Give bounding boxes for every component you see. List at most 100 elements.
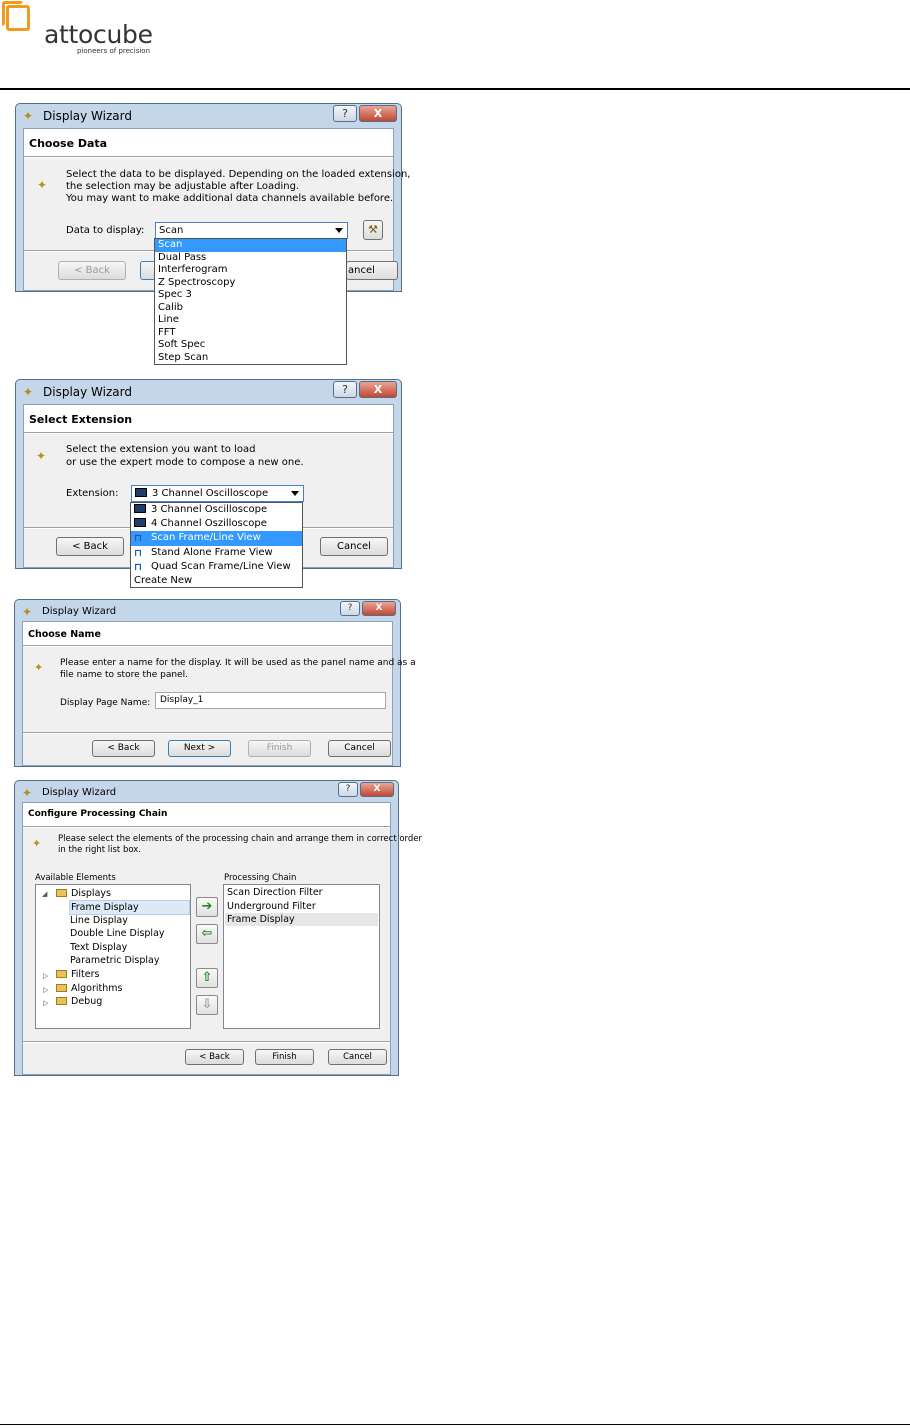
tree-node-displays[interactable]: Displays — [56, 887, 111, 900]
finish-button[interactable]: Finish — [248, 740, 311, 757]
extension-label: Extension: — [66, 488, 119, 499]
brand-tagline: pioneers of precision — [77, 47, 151, 55]
tree-node-algorithms[interactable]: Algorithms — [56, 982, 122, 995]
collapsed-icon[interactable]: ▷ — [43, 999, 48, 1007]
data-option[interactable]: FFT — [155, 327, 346, 340]
step-heading: Configure Processing Chain — [28, 809, 168, 819]
collapsed-icon[interactable]: ▷ — [43, 986, 48, 994]
wand-icon: ✦ — [37, 178, 48, 192]
description-line: You may want to make additional data cha… — [66, 193, 394, 204]
chain-item[interactable]: Underground Filter — [227, 900, 316, 913]
extension-option[interactable]: ⊓ Quad Scan Frame/Line View — [131, 560, 302, 574]
chain-item-selected[interactable]: Frame Display — [225, 913, 378, 926]
tree-item-double-line-display[interactable]: Double Line Display — [70, 927, 165, 940]
cancel-button[interactable]: Cancel — [328, 740, 391, 757]
description-line: file name to store the panel. — [60, 670, 188, 680]
cancel-button[interactable]: Cancel — [320, 537, 388, 556]
chevron-down-icon[interactable] — [335, 228, 343, 233]
expert-mode-button[interactable]: ⚒ — [363, 220, 383, 240]
description-line: Select the extension you want to load — [66, 444, 256, 455]
data-option[interactable]: Interferogram — [155, 264, 346, 277]
extension-option[interactable]: 4 Channel Oszilloscope — [131, 517, 302, 531]
data-option[interactable]: Scan — [155, 239, 346, 252]
scan-view-icon: ⊓ — [134, 533, 142, 545]
extension-option[interactable]: 3 Channel Oscilloscope — [131, 503, 302, 517]
close-button[interactable]: X — [360, 782, 394, 797]
arrow-right-icon: ➔ — [201, 899, 213, 914]
folder-open-icon — [56, 997, 67, 1005]
cancel-button[interactable]: ancel — [346, 261, 398, 280]
wand-icon: ✦ — [36, 449, 47, 463]
back-button[interactable]: < Back — [56, 537, 124, 556]
tree-node-filters[interactable]: Filters — [56, 968, 99, 981]
data-to-display-label: Data to display: — [66, 225, 145, 236]
combo-value: Scan — [159, 225, 184, 236]
expanded-icon[interactable]: ◢ — [42, 890, 47, 898]
footer-rule — [0, 1424, 910, 1425]
arrow-left-icon: ⇦ — [201, 926, 213, 941]
step-heading: Select Extension — [29, 413, 133, 426]
tree-item-text-display[interactable]: Text Display — [70, 941, 127, 954]
data-option[interactable]: Dual Pass — [155, 252, 346, 265]
close-button[interactable]: X — [359, 381, 397, 398]
arrow-up-icon: ⇧ — [201, 970, 213, 985]
data-option[interactable]: Spec 3 — [155, 289, 346, 302]
data-option[interactable]: Line — [155, 314, 346, 327]
close-button[interactable]: X — [359, 105, 397, 122]
close-button[interactable]: X — [362, 601, 396, 616]
data-dropdown-list: Scan Dual Pass Interferogram Z Spectroscopy… — [154, 238, 347, 365]
arrow-down-icon: ⇩ — [201, 997, 213, 1012]
display-page-name-input[interactable]: Display_1 — [155, 692, 386, 709]
description-line: or use the expert mode to compose a new … — [66, 457, 304, 468]
help-button[interactable]: ? — [338, 782, 358, 797]
collapsed-icon[interactable]: ▷ — [43, 972, 48, 980]
chevron-down-icon[interactable] — [291, 491, 299, 496]
data-option[interactable]: Calib — [155, 302, 346, 315]
scan-view-icon: ⊓ — [134, 561, 142, 573]
extension-option[interactable]: Create New — [131, 574, 302, 588]
move-down-button[interactable]: ⇩ — [196, 995, 218, 1015]
display-page-name-label: Display Page Name: — [60, 698, 151, 708]
available-elements-label: Available Elements — [35, 873, 116, 883]
extension-combo[interactable]: 3 Channel Oscilloscope — [131, 485, 304, 502]
wizard-window-choose-name: ✦ Display Wizard ? X Choose Name ✦ Pleas… — [14, 599, 416, 767]
add-element-button[interactable]: ➔ — [196, 897, 218, 917]
back-button[interactable]: < Back — [92, 740, 155, 757]
data-to-display-combo[interactable]: Scan — [155, 222, 348, 239]
description-line: the selection may be adjustable after Lo… — [66, 181, 300, 192]
scan-view-icon: ⊓ — [134, 547, 142, 559]
chain-item[interactable]: Scan Direction Filter — [227, 886, 323, 899]
separator — [23, 826, 390, 828]
tree-node-debug[interactable]: Debug — [56, 995, 102, 1008]
description-line: in the right list box. — [58, 845, 142, 855]
processing-chain-list[interactable]: Scan Direction Filter Underground Filter… — [223, 884, 380, 1029]
wand-icon: ✦ — [32, 837, 42, 850]
extension-option-label: 4 Channel Oszilloscope — [151, 518, 267, 530]
remove-element-button[interactable]: ⇦ — [196, 924, 218, 944]
back-button[interactable]: < Back — [185, 1049, 244, 1065]
help-button[interactable]: ? — [333, 381, 357, 398]
data-option[interactable]: Soft Spec — [155, 339, 346, 352]
extension-option[interactable]: ⊓ Scan Frame/Line View — [131, 531, 302, 546]
help-button[interactable]: ? — [333, 105, 357, 122]
wizard-window-processing-chain: ✦ Display Wizard ? X Configure Processin… — [14, 780, 422, 1076]
tree-item-parametric-display[interactable]: Parametric Display — [70, 954, 159, 967]
title-bar[interactable]: ✦ Display Wizard ? X — [16, 104, 401, 128]
extension-option[interactable]: ⊓ Stand Alone Frame View — [131, 546, 302, 560]
oscilloscope-icon — [134, 504, 146, 513]
header-rule — [0, 88, 910, 90]
cancel-button[interactable]: Cancel — [328, 1049, 387, 1065]
description-line: Please enter a name for the display. It … — [60, 658, 416, 668]
help-button[interactable]: ? — [340, 601, 360, 616]
finish-button[interactable]: Finish — [255, 1049, 314, 1065]
folder-open-icon — [56, 889, 67, 897]
available-elements-tree[interactable]: ◢ Displays Frame Display Line Display Do… — [35, 884, 191, 1029]
tree-item-frame-display[interactable]: Frame Display — [69, 900, 190, 915]
next-button[interactable]: Next > — [168, 740, 231, 757]
data-option[interactable]: Step Scan — [155, 352, 346, 365]
title-bar[interactable]: ✦ Display Wizard ? X — [16, 380, 401, 404]
back-button[interactable]: < Back — [58, 261, 126, 280]
data-option[interactable]: Z Spectroscopy — [155, 277, 346, 290]
tree-item-line-display[interactable]: Line Display — [70, 914, 128, 927]
move-up-button[interactable]: ⇧ — [196, 968, 218, 988]
